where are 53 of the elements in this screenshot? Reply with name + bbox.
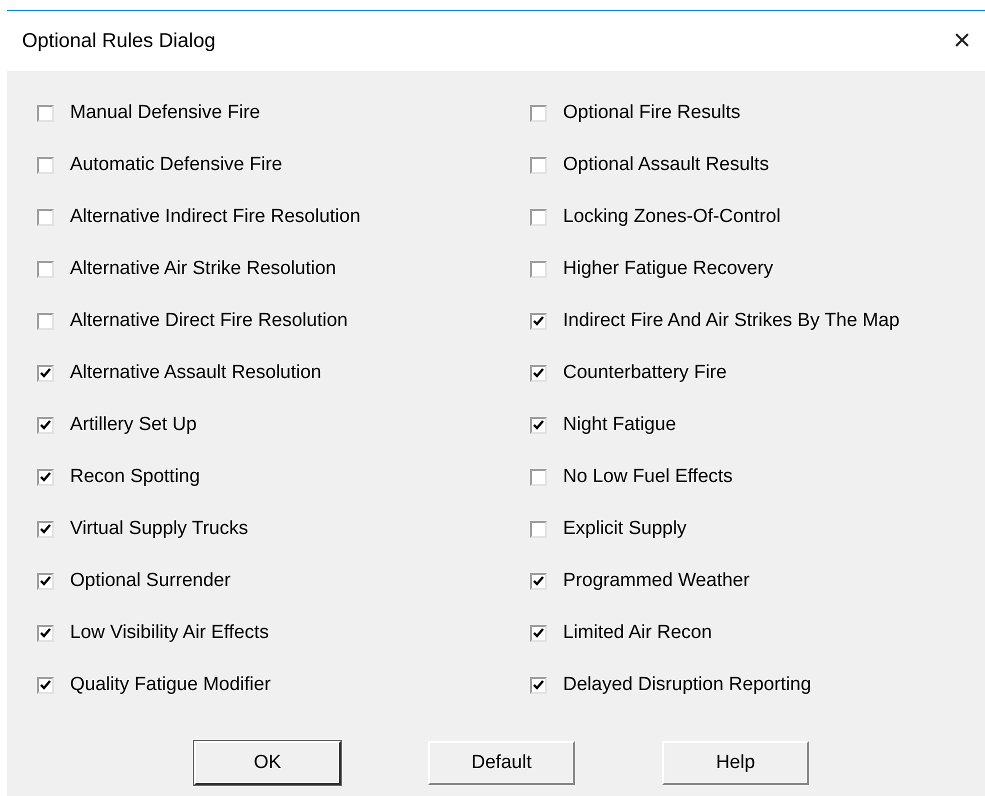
checkbox-label: No Low Fuel Effects bbox=[563, 464, 733, 489]
checkbox[interactable] bbox=[37, 624, 54, 642]
checkbox[interactable] bbox=[37, 312, 54, 330]
checkbox-label: Optional Assault Results bbox=[563, 152, 769, 177]
checkbox-label: Alternative Indirect Fire Resolution bbox=[70, 204, 360, 229]
checkbox-label: Counterbattery Fire bbox=[563, 360, 727, 385]
checkbox[interactable] bbox=[530, 260, 547, 278]
checkbox-label: Delayed Disruption Reporting bbox=[563, 672, 812, 697]
checkbox-label: Indirect Fire And Air Strikes By The Map bbox=[563, 308, 900, 333]
dialog-button[interactable]: Help bbox=[662, 741, 809, 785]
checkbox-label: Limited Air Recon bbox=[563, 620, 712, 645]
checkbox[interactable] bbox=[530, 208, 547, 226]
checkbox-label: Recon Spotting bbox=[70, 464, 200, 489]
checkbox[interactable] bbox=[530, 520, 547, 538]
checkbox[interactable] bbox=[530, 468, 547, 486]
dialog-button[interactable]: Default bbox=[428, 741, 575, 785]
checkbox[interactable] bbox=[530, 572, 547, 590]
checkbox[interactable] bbox=[37, 468, 54, 486]
checkbox[interactable] bbox=[37, 416, 54, 434]
checkbox[interactable] bbox=[37, 208, 54, 226]
checkbox-label: Automatic Defensive Fire bbox=[70, 152, 282, 177]
checkbox-label: Virtual Supply Trucks bbox=[70, 516, 248, 541]
checkbox-label: Artillery Set Up bbox=[70, 412, 197, 437]
checkbox-label: Locking Zones-Of-Control bbox=[563, 204, 781, 229]
checkbox-label: Alternative Assault Resolution bbox=[70, 360, 322, 385]
checkbox[interactable] bbox=[530, 624, 547, 642]
checkbox[interactable] bbox=[530, 676, 547, 694]
checkbox[interactable] bbox=[530, 416, 547, 434]
checkbox-label: Optional Fire Results bbox=[563, 100, 740, 125]
close-button[interactable]: × bbox=[947, 26, 977, 56]
checkbox-label: Explicit Supply bbox=[563, 516, 687, 541]
checkbox[interactable] bbox=[37, 572, 54, 590]
window-title: Optional Rules Dialog bbox=[22, 29, 216, 54]
checkbox-label: Optional Surrender bbox=[70, 568, 231, 593]
checkbox-label: Manual Defensive Fire bbox=[70, 100, 260, 125]
checkbox[interactable] bbox=[37, 104, 54, 122]
checkbox[interactable] bbox=[37, 260, 54, 278]
checkbox-label: Night Fatigue bbox=[563, 412, 676, 437]
checkbox[interactable] bbox=[37, 676, 54, 694]
checkbox-label: Quality Fatigue Modifier bbox=[70, 672, 271, 697]
checkbox-label: Higher Fatigue Recovery bbox=[563, 256, 774, 281]
checkbox-label: Alternative Direct Fire Resolution bbox=[70, 308, 348, 333]
checkbox-label: Low Visibility Air Effects bbox=[70, 620, 269, 645]
checkbox[interactable] bbox=[37, 156, 54, 174]
checkbox-label: Alternative Air Strike Resolution bbox=[70, 256, 336, 281]
checkbox[interactable] bbox=[530, 364, 547, 382]
dialog-button[interactable]: OK bbox=[194, 741, 341, 785]
checkbox[interactable] bbox=[37, 364, 54, 382]
checkbox[interactable] bbox=[530, 156, 547, 174]
checkbox[interactable] bbox=[530, 104, 547, 122]
checkbox[interactable] bbox=[530, 312, 547, 330]
checkbox[interactable] bbox=[37, 520, 54, 538]
checkbox-label: Programmed Weather bbox=[563, 568, 750, 593]
